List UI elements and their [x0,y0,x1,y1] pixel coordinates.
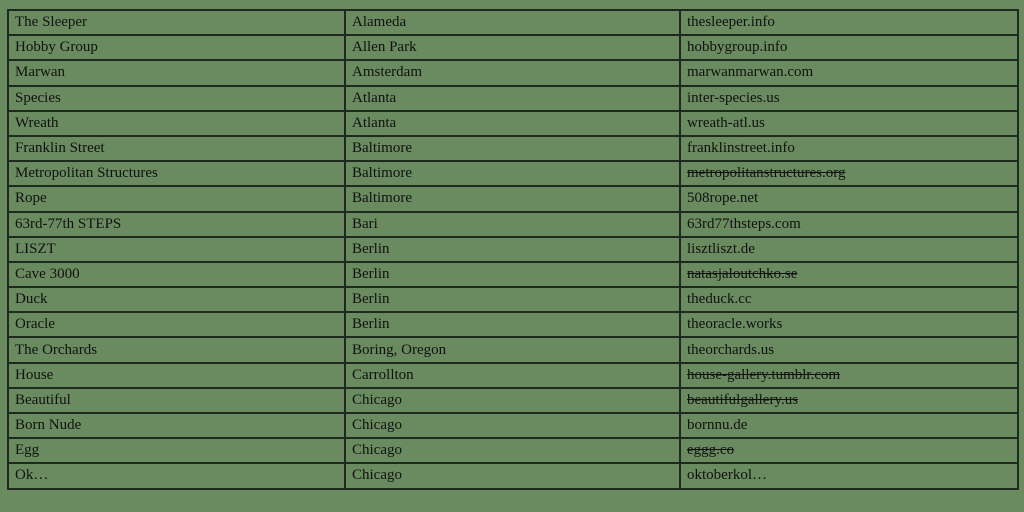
gallery-url-link[interactable]: wreath-atl.us [687,115,765,131]
gallery-table-container: The Sleeper Alameda thesleeper.info Hobby G… [7,8,1019,490]
gallery-url-cell: franklinstreet.info [679,134,1019,163]
gallery-url-link[interactable]: theduck.cc [687,291,752,307]
gallery-url-cell: theduck.cc [679,286,1019,314]
table-row: Franklin Street Baltimore franklinstreet.i… [7,134,1019,163]
gallery-url-cell: 508rope.net [679,185,1019,213]
table-row: Oracle Berlin theoracle.works [7,311,1019,339]
gallery-name-cell: Cave 3000 [7,260,346,289]
table-row: Metropolitan Structures Baltimore metropol… [7,160,1019,188]
gallery-url-link[interactable]: hobbygroup.info [687,39,787,55]
gallery-url-cell: theorchards.us [679,336,1019,364]
table-row: House Carrollton house-gallery.tumblr.com [7,361,1019,389]
table-row: Species Atlanta inter-species.us [7,84,1019,112]
gallery-url-link-defunct[interactable]: eggg.co [687,442,734,458]
gallery-url-link[interactable]: thesleeper.info [687,14,775,30]
gallery-name-cell: Born Nude [7,411,346,440]
gallery-city-cell: Atlanta [344,84,681,112]
gallery-url-cell: metropolitanstructures.org [679,160,1019,188]
gallery-city-cell: Berlin [344,235,681,263]
table-row: Egg Chicago eggg.co [7,437,1019,465]
gallery-url-cell: wreath-atl.us [679,109,1019,137]
gallery-url-cell: thesleeper.info [679,8,1019,37]
gallery-name-cell: Franklin Street [7,134,346,163]
gallery-city-cell: Bari [344,210,681,238]
gallery-city-cell: Chicago [344,437,681,465]
gallery-url-cell: beautifulgallery.us [679,386,1019,415]
gallery-url-link[interactable]: theoracle.works [687,316,782,332]
gallery-name-cell: The Sleeper [7,8,346,37]
table-row: Beautiful Chicago beautifulgallery.us [7,386,1019,415]
gallery-url-link[interactable]: inter-species.us [687,90,780,106]
gallery-city-cell: Atlanta [344,109,681,137]
gallery-city-cell: Berlin [344,286,681,314]
table-row: The Orchards Boring, Oregon theorchards.us [7,336,1019,364]
gallery-url-link-defunct[interactable]: house-gallery.tumblr.com [687,367,840,383]
gallery-url-cell: oktoberkol… [679,462,1019,490]
gallery-url-link-defunct[interactable]: natasjaloutchko.se [687,266,797,282]
gallery-table-body: The Sleeper Alameda thesleeper.info Hobby G… [7,8,1019,490]
gallery-name-cell: LISZT [7,235,346,263]
gallery-url-link[interactable]: oktoberkol… [687,467,767,483]
gallery-name-cell: Metropolitan Structures [7,160,346,188]
table-row: 63rd-77th STEPS Bari 63rd77thsteps.com [7,210,1019,238]
gallery-name-cell: Hobby Group [7,34,346,62]
gallery-name-cell: Marwan [7,59,346,87]
table-row: Cave 3000 Berlin natasjaloutchko.se [7,260,1019,289]
gallery-url-link[interactable]: 508rope.net [687,190,758,206]
table-row: Wreath Atlanta wreath-atl.us [7,109,1019,137]
gallery-name-cell: Wreath [7,109,346,137]
gallery-city-cell: Berlin [344,311,681,339]
gallery-city-cell: Alameda [344,8,681,37]
gallery-name-cell: Egg [7,437,346,465]
table-row: Ok… Chicago oktoberkol… [7,462,1019,490]
gallery-url-cell: marwanmarwan.com [679,59,1019,87]
gallery-city-cell: Chicago [344,386,681,415]
gallery-url-cell: natasjaloutchko.se [679,260,1019,289]
gallery-url-cell: hobbygroup.info [679,34,1019,62]
table-row: The Sleeper Alameda thesleeper.info [7,8,1019,37]
gallery-url-link-defunct[interactable]: beautifulgallery.us [687,392,798,408]
gallery-table: The Sleeper Alameda thesleeper.info Hobby G… [7,8,1019,490]
gallery-name-cell: Oracle [7,311,346,339]
table-row: LISZT Berlin lisztliszt.de [7,235,1019,263]
gallery-name-cell: Species [7,84,346,112]
gallery-url-link[interactable]: bornnu.de [687,417,747,433]
gallery-city-cell: Boring, Oregon [344,336,681,364]
gallery-name-cell: House [7,361,346,389]
gallery-url-cell: 63rd77thsteps.com [679,210,1019,238]
table-row: Rope Baltimore 508rope.net [7,185,1019,213]
gallery-name-cell: Beautiful [7,386,346,415]
gallery-city-cell: Baltimore [344,185,681,213]
gallery-url-cell: theoracle.works [679,311,1019,339]
gallery-city-cell: Berlin [344,260,681,289]
gallery-url-cell: bornnu.de [679,411,1019,440]
gallery-city-cell: Allen Park [344,34,681,62]
gallery-city-cell: Amsterdam [344,59,681,87]
gallery-city-cell: Baltimore [344,134,681,163]
gallery-url-cell: eggg.co [679,437,1019,465]
gallery-url-cell: house-gallery.tumblr.com [679,361,1019,389]
gallery-url-link[interactable]: theorchards.us [687,342,774,358]
gallery-name-cell: Rope [7,185,346,213]
gallery-url-link[interactable]: marwanmarwan.com [687,64,813,80]
gallery-name-cell: Ok… [7,462,346,490]
gallery-url-link-defunct[interactable]: metropolitanstructures.org [687,165,845,181]
gallery-url-cell: lisztliszt.de [679,235,1019,263]
gallery-city-cell: Chicago [344,462,681,490]
gallery-name-cell: Duck [7,286,346,314]
gallery-name-cell: 63rd-77th STEPS [7,210,346,238]
table-row: Hobby Group Allen Park hobbygroup.info [7,34,1019,62]
gallery-url-link[interactable]: franklinstreet.info [687,140,795,156]
gallery-url-link[interactable]: lisztliszt.de [687,241,755,257]
gallery-city-cell: Chicago [344,411,681,440]
gallery-city-cell: Baltimore [344,160,681,188]
gallery-url-cell: inter-species.us [679,84,1019,112]
gallery-url-link[interactable]: 63rd77thsteps.com [687,216,801,232]
table-row: Born Nude Chicago bornnu.de [7,411,1019,440]
gallery-name-cell: The Orchards [7,336,346,364]
table-row: Duck Berlin theduck.cc [7,286,1019,314]
gallery-city-cell: Carrollton [344,361,681,389]
table-row: Marwan Amsterdam marwanmarwan.com [7,59,1019,87]
